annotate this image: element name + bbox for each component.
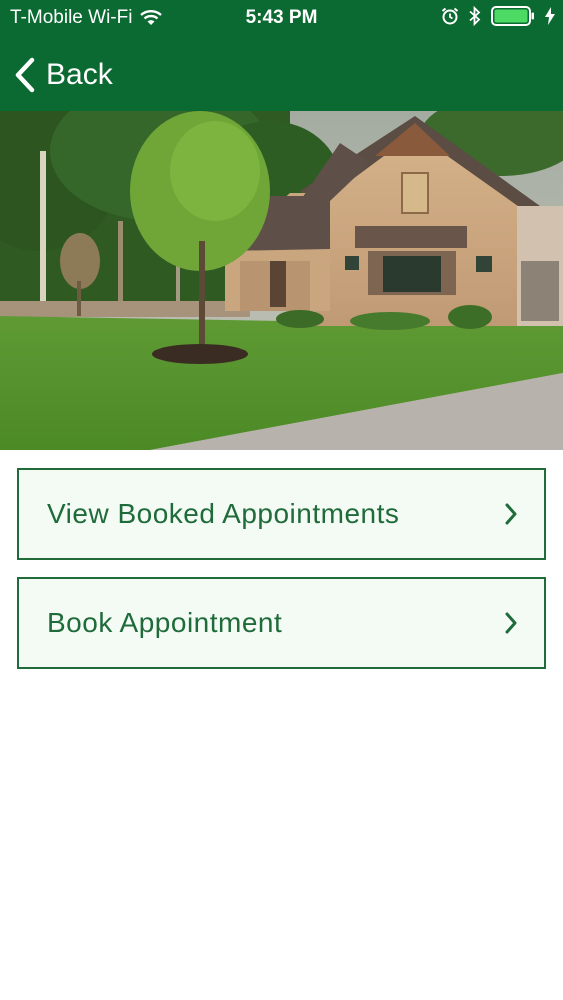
menu-list: View Booked Appointments Book Appointmen…: [17, 468, 546, 686]
back-label: Back: [46, 58, 113, 91]
header: T-Mobile Wi-Fi 5:43 PM Back: [0, 0, 563, 111]
chevron-right-icon: [505, 612, 517, 634]
book-appointment-button[interactable]: Book Appointment: [17, 577, 546, 669]
bluetooth-icon: [469, 6, 481, 26]
menu-item-label: View Booked Appointments: [47, 498, 400, 529]
chevron-left-icon: [15, 57, 35, 93]
chevron-right-icon: [505, 503, 517, 525]
status-bar: T-Mobile Wi-Fi 5:43 PM: [0, 0, 563, 36]
navigation-bar: Back: [0, 50, 113, 100]
app-screen: T-Mobile Wi-Fi 5:43 PM Back View Booked …: [0, 0, 563, 1000]
charging-icon: [545, 7, 555, 25]
status-icons: [441, 6, 555, 26]
view-booked-appointments-button[interactable]: View Booked Appointments: [17, 468, 546, 560]
alarm-icon: [441, 7, 459, 25]
house-photo: [0, 111, 563, 450]
menu-item-label: Book Appointment: [47, 607, 283, 638]
back-button[interactable]: Back: [0, 57, 113, 93]
battery-icon: [491, 6, 534, 26]
